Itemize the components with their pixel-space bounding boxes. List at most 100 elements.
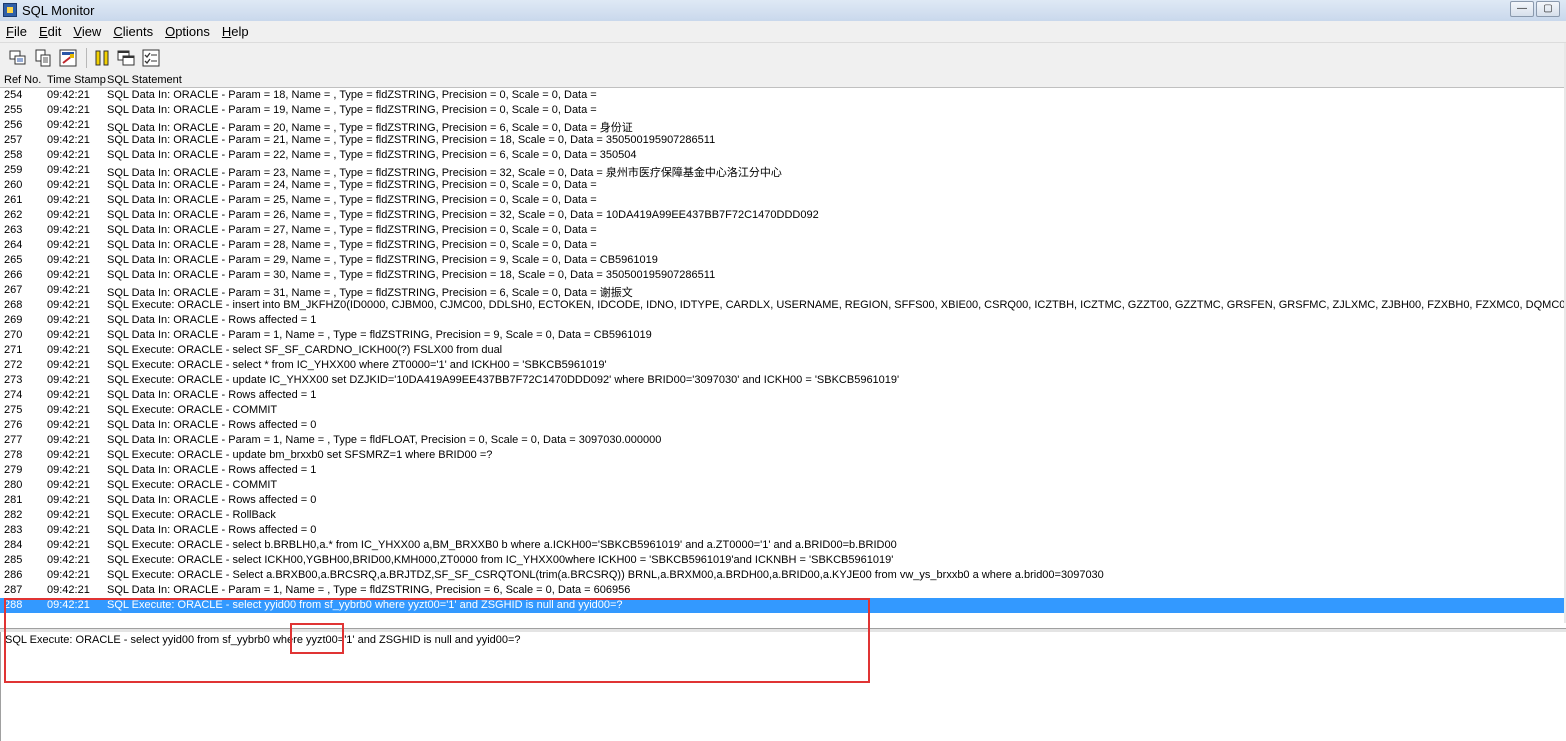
table-row[interactable]: 269 09:42:21 SQL Data In: ORACLE - Rows af… [0, 313, 1566, 328]
table-row[interactable]: 264 09:42:21 SQL Data In: ORACLE - Param =… [0, 238, 1566, 253]
time-stamp-cell: 09:42:21 [47, 434, 90, 446]
ref-no-cell: 266 [4, 269, 23, 281]
sql-log-list[interactable]: 254 09:42:21 SQL Data In: ORACLE - Param =… [0, 88, 1566, 615]
time-stamp-cell: 09:42:21 [47, 569, 90, 581]
checklist-icon[interactable] [142, 49, 160, 67]
time-stamp-cell: 09:42:21 [47, 134, 90, 146]
table-row[interactable]: 259 09:42:21 SQL Data In: ORACLE - Param =… [0, 163, 1566, 179]
time-stamp-cell: 09:42:21 [47, 464, 90, 476]
ref-no-cell: 269 [4, 314, 23, 326]
table-row[interactable]: 280 09:42:21 SQL Execute: ORACLE - COMMIT [0, 478, 1566, 493]
sql-statement-cell: SQL Data In: ORACLE - Param = 29, Name =… [107, 254, 658, 266]
menu-help[interactable]: Help [216, 24, 255, 39]
table-row[interactable]: 265 09:42:21 SQL Data In: ORACLE - Param =… [0, 253, 1566, 268]
menu-clients[interactable]: Clients [107, 24, 159, 39]
time-stamp-cell: 09:42:21 [47, 374, 90, 386]
maximize-button[interactable]: ▢ [1536, 1, 1560, 17]
ref-no-cell: 264 [4, 239, 23, 251]
ref-no-cell: 275 [4, 404, 23, 416]
table-row[interactable]: 267 09:42:21 SQL Data In: ORACLE - Param =… [0, 283, 1566, 299]
table-row[interactable]: 282 09:42:21 SQL Execute: ORACLE - RollBac… [0, 508, 1566, 523]
table-row[interactable]: 260 09:42:21 SQL Data In: ORACLE - Param =… [0, 178, 1566, 193]
column-header: Ref No. Time Stamp SQL Statement [0, 73, 1566, 88]
minimize-button[interactable]: — [1510, 1, 1534, 17]
column-time-stamp[interactable]: Time Stamp [47, 74, 106, 86]
table-row[interactable]: 275 09:42:21 SQL Execute: ORACLE - COMMIT [0, 403, 1566, 418]
clear-icon[interactable] [59, 49, 77, 67]
sql-statement-cell: SQL Data In: ORACLE - Param = 21, Name =… [107, 134, 716, 146]
table-row[interactable]: 281 09:42:21 SQL Data In: ORACLE - Rows af… [0, 493, 1566, 508]
table-row[interactable]: 268 09:42:21 SQL Execute: ORACLE - insert … [0, 298, 1566, 313]
time-stamp-cell: 09:42:21 [47, 164, 90, 176]
menu-file[interactable]: File [0, 24, 33, 39]
ref-no-cell: 272 [4, 359, 23, 371]
table-row[interactable]: 256 09:42:21 SQL Data In: ORACLE - Param =… [0, 118, 1566, 134]
table-row[interactable]: 287 09:42:21 SQL Data In: ORACLE - Param =… [0, 583, 1566, 598]
table-row[interactable]: 286 09:42:21 SQL Execute: ORACLE - Select … [0, 568, 1566, 583]
annotation-box-large [4, 598, 870, 683]
table-row[interactable]: 277 09:42:21 SQL Data In: ORACLE - Param =… [0, 433, 1566, 448]
menu-edit[interactable]: Edit [33, 24, 67, 39]
column-sql-statement[interactable]: SQL Statement [107, 74, 182, 86]
time-stamp-cell: 09:42:21 [47, 494, 90, 506]
windows-icon[interactable] [117, 49, 135, 67]
sql-statement-cell: SQL Data In: ORACLE - Rows affected = 1 [107, 389, 317, 401]
title-bar: SQL Monitor — ▢ [0, 0, 1566, 22]
sql-statement-cell: SQL Execute: ORACLE - update IC_YHXX00 s… [107, 374, 900, 386]
sql-statement-cell: SQL Execute: ORACLE - select b.BRBLH0,a.… [107, 539, 897, 551]
sql-statement-cell: SQL Execute: ORACLE - update bm_brxxb0 s… [107, 449, 493, 461]
table-row[interactable]: 285 09:42:21 SQL Execute: ORACLE - select … [0, 553, 1566, 568]
time-stamp-cell: 09:42:21 [47, 419, 90, 431]
sql-statement-cell: SQL Data In: ORACLE - Rows affected = 0 [107, 494, 317, 506]
time-stamp-cell: 09:42:21 [47, 284, 90, 296]
table-row[interactable]: 274 09:42:21 SQL Data In: ORACLE - Rows af… [0, 388, 1566, 403]
time-stamp-cell: 09:42:21 [47, 524, 90, 536]
table-row[interactable]: 263 09:42:21 SQL Data In: ORACLE - Param =… [0, 223, 1566, 238]
table-row[interactable]: 266 09:42:21 SQL Data In: ORACLE - Param =… [0, 268, 1566, 283]
ref-no-cell: 283 [4, 524, 23, 536]
column-ref-no[interactable]: Ref No. [4, 74, 41, 86]
sql-statement-cell: SQL Data In: ORACLE - Param = 27, Name =… [107, 224, 597, 236]
ref-no-cell: 254 [4, 89, 23, 101]
table-row[interactable]: 276 09:42:21 SQL Data In: ORACLE - Rows af… [0, 418, 1566, 433]
pause-icon[interactable] [93, 49, 111, 67]
copy-icon[interactable] [34, 49, 52, 67]
table-row[interactable]: 255 09:42:21 SQL Data In: ORACLE - Param =… [0, 103, 1566, 118]
table-row[interactable]: 261 09:42:21 SQL Data In: ORACLE - Param =… [0, 193, 1566, 208]
table-row[interactable]: 278 09:42:21 SQL Execute: ORACLE - update … [0, 448, 1566, 463]
table-row[interactable]: 254 09:42:21 SQL Data In: ORACLE - Param =… [0, 88, 1566, 103]
time-stamp-cell: 09:42:21 [47, 449, 90, 461]
menu-options[interactable]: Options [159, 24, 216, 39]
table-row[interactable]: 272 09:42:21 SQL Execute: ORACLE - select … [0, 358, 1566, 373]
ref-no-cell: 284 [4, 539, 23, 551]
table-row[interactable]: 283 09:42:21 SQL Data In: ORACLE - Rows af… [0, 523, 1566, 538]
table-row[interactable]: 271 09:42:21 SQL Execute: ORACLE - select … [0, 343, 1566, 358]
time-stamp-cell: 09:42:21 [47, 104, 90, 116]
sql-statement-cell: SQL Data In: ORACLE - Param = 26, Name =… [107, 209, 819, 221]
menu-view[interactable]: View [67, 24, 107, 39]
ref-no-cell: 259 [4, 164, 23, 176]
sql-statement-cell: SQL Data In: ORACLE - Param = 1, Name = … [107, 434, 662, 446]
ref-no-cell: 268 [4, 299, 23, 311]
ref-no-cell: 265 [4, 254, 23, 266]
table-row[interactable]: 257 09:42:21 SQL Data In: ORACLE - Param =… [0, 133, 1566, 148]
table-row[interactable]: 284 09:42:21 SQL Execute: ORACLE - select … [0, 538, 1566, 553]
table-row[interactable]: 258 09:42:21 SQL Data In: ORACLE - Param =… [0, 148, 1566, 163]
sql-statement-cell: SQL Data In: ORACLE - Rows affected = 0 [107, 419, 317, 431]
sql-statement-cell: SQL Execute: ORACLE - select * from IC_Y… [107, 359, 607, 371]
table-row[interactable]: 270 09:42:21 SQL Data In: ORACLE - Param =… [0, 328, 1566, 343]
ref-no-cell: 263 [4, 224, 23, 236]
table-row[interactable]: 273 09:42:21 SQL Execute: ORACLE - update … [0, 373, 1566, 388]
sql-statement-cell: SQL Data In: ORACLE - Param = 19, Name =… [107, 104, 597, 116]
time-stamp-cell: 09:42:21 [47, 539, 90, 551]
time-stamp-cell: 09:42:21 [47, 254, 90, 266]
time-stamp-cell: 09:42:21 [47, 209, 90, 221]
save-log-icon[interactable] [9, 49, 27, 67]
time-stamp-cell: 09:42:21 [47, 344, 90, 356]
ref-no-cell: 282 [4, 509, 23, 521]
table-row[interactable]: 262 09:42:21 SQL Data In: ORACLE - Param =… [0, 208, 1566, 223]
ref-no-cell: 262 [4, 209, 23, 221]
table-row[interactable]: 279 09:42:21 SQL Data In: ORACLE - Rows af… [0, 463, 1566, 478]
window-title: SQL Monitor [22, 3, 95, 18]
time-stamp-cell: 09:42:21 [47, 149, 90, 161]
